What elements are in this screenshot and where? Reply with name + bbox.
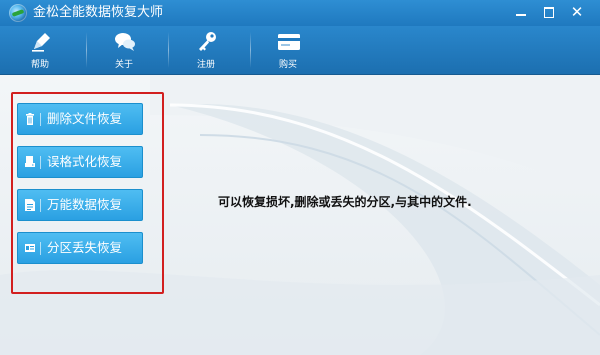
about-button[interactable]: 关于 [94,26,154,74]
partition-recovery-label: 分区丢失恢复 [47,240,123,255]
buy-label: 购买 [278,60,297,70]
partition-recovery-button[interactable]: 分区丢失恢复 [17,232,143,264]
close-button[interactable]: ✕ [566,3,588,21]
toolbar-divider [250,32,251,68]
format-recovery-label: 误格式化恢复 [47,154,123,169]
format-recovery-button[interactable]: 误格式化恢复 [17,146,143,178]
register-label: 注册 [196,60,215,70]
about-label: 关于 [114,60,133,70]
app-logo-icon [9,4,27,22]
help-button[interactable]: 帮助 [10,26,70,74]
delete-file-recovery-button[interactable]: 删除文件恢复 [17,103,143,135]
button-divider [40,156,41,169]
button-divider [40,113,41,126]
help-label: 帮助 [30,60,49,70]
close-icon: ✕ [570,3,584,21]
maximize-icon [544,7,554,18]
toolbar-divider [86,32,87,68]
button-divider [40,199,41,212]
app-window: 金松全能数据恢复大师 ✕ 帮助 关于 注册 购买 删除文件恢复 误格式化恢复 万… [0,0,600,355]
key-icon [199,32,216,51]
button-divider [40,242,41,255]
buy-button[interactable]: 购买 [258,26,318,74]
universal-recovery-button[interactable]: 万能数据恢复 [17,189,143,221]
drive-icon [25,156,35,167]
pen-icon [32,33,50,52]
main-panel: 删除文件恢复 误格式化恢复 万能数据恢复 分区丢失恢复 可以恢复损坏,删除或丢失… [0,75,600,355]
partition-icon [25,244,35,252]
delete-file-recovery-label: 删除文件恢复 [47,111,123,126]
title-bar[interactable]: 金松全能数据恢复大师 ✕ [0,0,600,26]
toolbar: 帮助 关于 注册 购买 [0,26,600,75]
feature-description: 可以恢复损坏,删除或丢失的分区,与其中的文件. [218,195,472,209]
trash-icon [26,113,34,125]
chat-bubbles-icon [115,33,135,51]
window-title: 金松全能数据恢复大师 [33,5,164,20]
minimize-button[interactable] [510,3,532,21]
toolbar-divider [168,32,169,68]
maximize-button[interactable] [538,3,560,21]
document-icon [25,199,35,211]
universal-recovery-label: 万能数据恢复 [47,197,123,212]
minimize-icon [516,14,526,16]
register-button[interactable]: 注册 [176,26,236,74]
credit-card-icon [278,34,300,50]
